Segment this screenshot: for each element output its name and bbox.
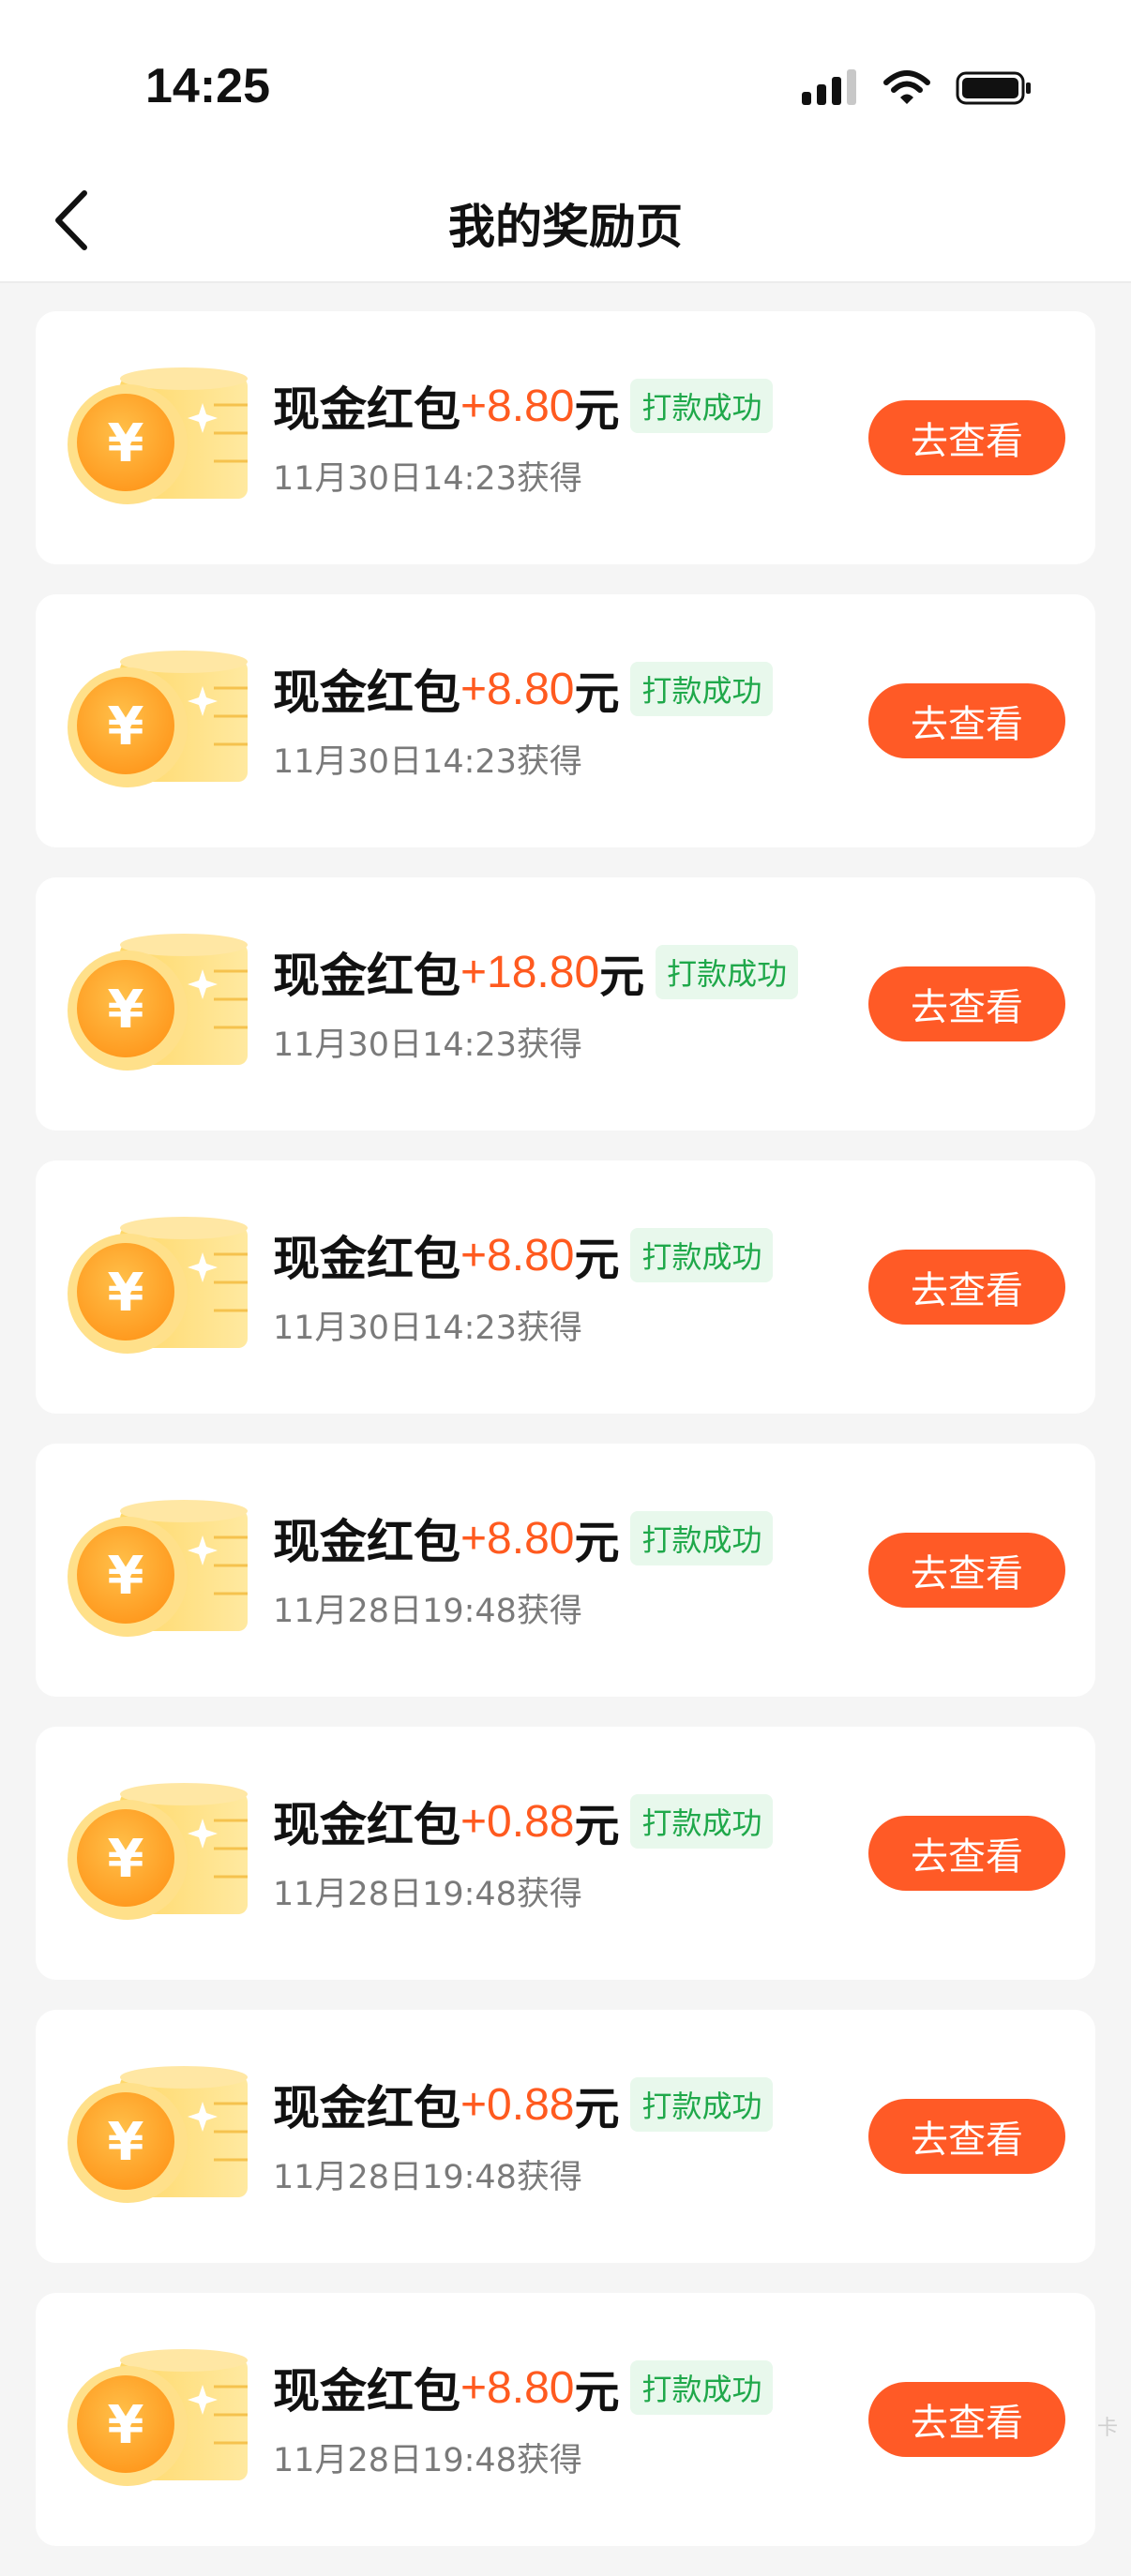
reward-date: 11月30日14:23获得 xyxy=(273,1018,582,1066)
reward-title-line: 现金红包 +8.80 元 打款成功 xyxy=(273,373,773,439)
page-title: 我的奖励页 xyxy=(0,189,1131,257)
reward-card: ¥ 现金红包 +18.80 元 打款成功 11月30日14:23获得 去查看 xyxy=(36,877,1095,1131)
reward-title-line: 现金红包 +8.80 元 打款成功 xyxy=(273,2355,773,2420)
coin-stack-icon: ¥ xyxy=(64,1490,251,1650)
coin-stack-icon: ¥ xyxy=(64,641,251,801)
reward-title-line: 现金红包 +0.88 元 打款成功 xyxy=(273,1789,773,1854)
reward-unit: 元 xyxy=(574,1505,619,1571)
reward-unit: 元 xyxy=(574,2355,619,2420)
reward-title-line: 现金红包 +8.80 元 打款成功 xyxy=(273,656,773,722)
reward-label: 现金红包 xyxy=(273,938,460,1006)
view-button[interactable]: 去查看 xyxy=(868,966,1065,1041)
svg-text:¥: ¥ xyxy=(108,1546,144,1607)
svg-text:¥: ¥ xyxy=(108,2395,144,2456)
reward-date: 11月30日14:23获得 xyxy=(273,735,582,783)
reward-card: ¥ 现金红包 +8.80 元 打款成功 11月28日19:48获得 去查看 xyxy=(36,2293,1095,2546)
reward-amount: +18.80 xyxy=(460,947,599,998)
reward-date: 11月28日19:48获得 xyxy=(273,1867,582,1915)
reward-amount: +8.80 xyxy=(460,381,574,432)
reward-card: ¥ 现金红包 +8.80 元 打款成功 11月30日14:23获得 去查看 xyxy=(36,1161,1095,1414)
watermark: 卡 xyxy=(1097,2411,1118,2441)
status-time: 14:25 xyxy=(145,58,270,114)
status-badge: 打款成功 xyxy=(630,379,773,433)
reward-date: 11月28日19:48获得 xyxy=(273,2150,582,2198)
reward-amount: +8.80 xyxy=(460,664,574,715)
status-badge: 打款成功 xyxy=(630,2360,773,2415)
status-icons xyxy=(802,69,1033,107)
reward-date: 11月30日14:23获得 xyxy=(273,452,582,500)
reward-label: 现金红包 xyxy=(273,655,460,723)
svg-text:¥: ¥ xyxy=(108,2112,144,2173)
status-badge: 打款成功 xyxy=(630,1511,773,1565)
reward-card: ¥ 现金红包 +8.80 元 打款成功 11月30日14:23获得 去查看 xyxy=(36,311,1095,564)
coin-stack-icon: ¥ xyxy=(64,924,251,1084)
view-button[interactable]: 去查看 xyxy=(868,400,1065,475)
nav-bar: 我的奖励页 xyxy=(0,159,1131,283)
reward-card: ¥ 现金红包 +0.88 元 打款成功 11月28日19:48获得 去查看 xyxy=(36,2010,1095,2263)
reward-date: 11月30日14:23获得 xyxy=(273,1301,582,1349)
coin-stack-icon: ¥ xyxy=(64,2057,251,2216)
svg-text:¥: ¥ xyxy=(108,1263,144,1324)
reward-label: 现金红包 xyxy=(273,2071,460,2138)
view-button[interactable]: 去查看 xyxy=(868,1816,1065,1891)
coin-stack-icon: ¥ xyxy=(64,358,251,517)
reward-list: ¥ 现金红包 +8.80 元 打款成功 11月30日14:23获得 去查看 xyxy=(36,311,1095,2576)
status-badge: 打款成功 xyxy=(630,2077,773,2132)
status-bar: 14:25 xyxy=(0,0,1131,159)
reward-unit: 元 xyxy=(599,939,644,1005)
reward-label: 现金红包 xyxy=(273,1788,460,1855)
reward-unit: 元 xyxy=(574,1222,619,1288)
status-badge: 打款成功 xyxy=(630,662,773,716)
reward-amount: +8.80 xyxy=(460,2362,574,2414)
reward-amount: +0.88 xyxy=(460,1796,574,1848)
wifi-icon xyxy=(882,69,931,107)
reward-unit: 元 xyxy=(574,656,619,722)
reward-title-line: 现金红包 +8.80 元 打款成功 xyxy=(273,1505,773,1571)
reward-unit: 元 xyxy=(574,373,619,439)
coin-stack-icon: ¥ xyxy=(64,1774,251,1933)
reward-title-line: 现金红包 +0.88 元 打款成功 xyxy=(273,2072,773,2137)
battery-icon xyxy=(956,69,1033,107)
view-button[interactable]: 去查看 xyxy=(868,1250,1065,1325)
svg-text:¥: ¥ xyxy=(108,1829,144,1890)
view-button[interactable]: 去查看 xyxy=(868,2382,1065,2457)
status-badge: 打款成功 xyxy=(656,945,798,999)
status-badge: 打款成功 xyxy=(630,1794,773,1849)
reward-label: 现金红包 xyxy=(273,372,460,440)
svg-text:¥: ¥ xyxy=(108,696,144,757)
reward-label: 现金红包 xyxy=(273,1505,460,1572)
reward-card: ¥ 现金红包 +8.80 元 打款成功 11月28日19:48获得 去查看 xyxy=(36,1444,1095,1697)
svg-text:¥: ¥ xyxy=(108,413,144,474)
signal-icon xyxy=(802,69,858,107)
svg-text:¥: ¥ xyxy=(108,980,144,1041)
reward-label: 现金红包 xyxy=(273,2354,460,2421)
reward-amount: +8.80 xyxy=(460,1230,574,1281)
status-badge: 打款成功 xyxy=(630,1228,773,1282)
coin-stack-icon: ¥ xyxy=(64,2340,251,2499)
view-button[interactable]: 去查看 xyxy=(868,2099,1065,2174)
reward-unit: 元 xyxy=(574,2072,619,2137)
view-button[interactable]: 去查看 xyxy=(868,683,1065,758)
coin-stack-icon: ¥ xyxy=(64,1207,251,1367)
reward-title-line: 现金红包 +8.80 元 打款成功 xyxy=(273,1222,773,1288)
reward-card: ¥ 现金红包 +8.80 元 打款成功 11月30日14:23获得 去查看 xyxy=(36,594,1095,847)
reward-unit: 元 xyxy=(574,1789,619,1854)
reward-title-line: 现金红包 +18.80 元 打款成功 xyxy=(273,939,798,1005)
view-button[interactable]: 去查看 xyxy=(868,1533,1065,1608)
reward-amount: +0.88 xyxy=(460,2079,574,2131)
reward-card: ¥ 现金红包 +0.88 元 打款成功 11月28日19:48获得 去查看 xyxy=(36,1727,1095,1980)
reward-label: 现金红包 xyxy=(273,1221,460,1289)
reward-date: 11月28日19:48获得 xyxy=(273,1584,582,1632)
reward-amount: +8.80 xyxy=(460,1513,574,1565)
